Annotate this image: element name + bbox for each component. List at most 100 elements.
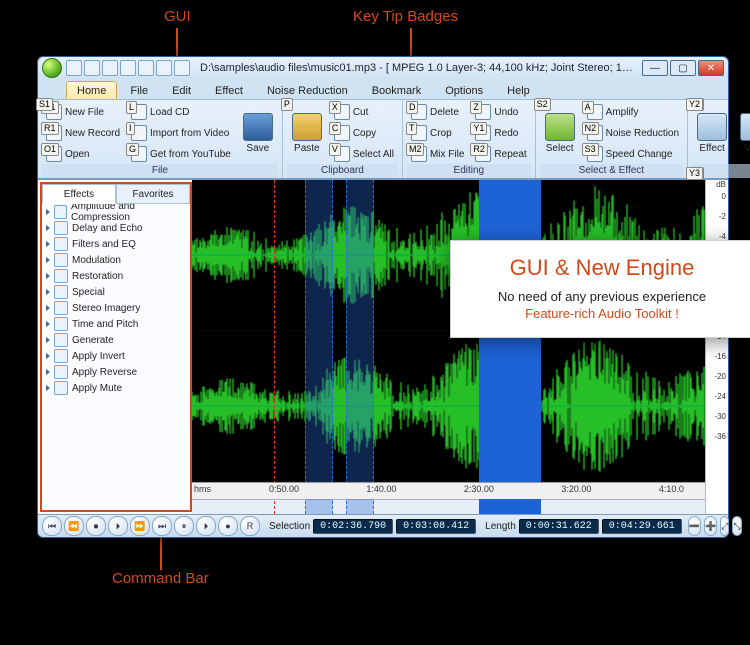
zoom-in-button[interactable]: ➕ [704,516,717,536]
noise-reduction-button[interactable]: N2Noise Reduction [583,123,683,143]
transport-button[interactable]: ⏵ [196,516,216,536]
close-button[interactable]: ✕ [698,60,724,76]
db-tick: -2 [719,212,726,221]
db-tick: 0 [722,192,726,201]
sidebar-tab-effects[interactable]: Effects [42,184,116,204]
cut-button[interactable]: XCut [330,102,398,122]
mix-file-button[interactable]: M2Mix File [407,144,468,164]
db-tick: -16 [714,352,726,361]
maximize-button[interactable]: ▢ [670,60,696,76]
effect-label: Apply Reverse [72,367,137,378]
effect-label: Restoration [72,271,123,282]
undo-button[interactable]: ZUndo [471,102,530,122]
paste-button[interactable]: P Paste [287,102,327,164]
effect-label: Apply Mute [72,383,122,394]
ribbon-tab-options[interactable]: Options [434,81,494,99]
transport-button[interactable]: ● [218,516,238,536]
effect-item[interactable]: Apply Invert [42,348,190,364]
qat-btn[interactable] [120,60,136,76]
effect-item[interactable]: Modulation [42,252,190,268]
transport-button[interactable]: ⏹ [86,516,106,536]
delete-button[interactable]: DDelete [407,102,468,122]
ribbon-tab-edit[interactable]: Edit [161,81,202,99]
qat-btn[interactable] [174,60,190,76]
time-tick: 3:20.00 [561,484,591,494]
keytip: O1 [41,143,59,156]
ribbon-tab-help[interactable]: Help [496,81,541,99]
effect-item[interactable]: Stereo Imagery [42,300,190,316]
effect-item[interactable]: Special [42,284,190,300]
effect-icon [54,285,68,299]
horizontal-scrollbar[interactable] [192,499,705,514]
effects-list[interactable]: Amplitude and CompressionDelay and EchoF… [42,204,190,510]
zoom-sel-button[interactable]: ⤡ [732,516,741,536]
qat-btn[interactable] [102,60,118,76]
get-from-youtube-button[interactable]: GGet from YouTube [127,144,235,164]
effect-button[interactable]: O2EffectN3 [692,102,732,164]
keytip: Y3 [686,167,703,180]
effect-item[interactable]: Amplitude and Compression [42,204,190,220]
ribbon-group-clipboard: P Paste XCutCCopyVSelect All Clipboard [283,100,403,178]
effect-label: Stereo Imagery [72,303,140,314]
effect-item[interactable]: Apply Reverse [42,364,190,380]
qat-btn[interactable] [66,60,82,76]
minimize-button[interactable]: — [642,60,668,76]
transport-button[interactable]: ⏪ [64,516,84,536]
keytip: G [126,143,139,156]
crop-button[interactable]: TCrop [407,123,468,143]
transport-button[interactable]: ⏮ [42,516,62,536]
selection-region[interactable] [305,180,333,514]
redo-button[interactable]: Y1Redo [471,123,530,143]
repeat-button[interactable]: R2Repeat [471,144,530,164]
qat-btn[interactable] [84,60,100,76]
save-button[interactable]: S1 Save [238,102,278,164]
zoom-fit-button[interactable]: ⤢ [720,516,729,536]
qat-btn[interactable] [156,60,172,76]
open-button[interactable]: O1Open [42,144,124,164]
ribbon-tab-file[interactable]: File [119,81,159,99]
transport-button[interactable]: R [240,516,260,536]
keytip: P [281,98,293,111]
amplify-button[interactable]: AAmplify [583,102,683,122]
effect-label: Modulation [72,255,121,266]
select-button[interactable]: S2 Select [540,102,580,164]
app-orb-icon[interactable] [42,58,62,78]
effect-icon [54,237,68,251]
keytip: A [582,101,594,114]
transport-button[interactable]: ⏵ [108,516,128,536]
effect-item[interactable]: Restoration [42,268,190,284]
time-axis: hms0:50.001:40.002:30.003:20.004:10.0 [192,482,705,499]
speed-change-button[interactable]: S3Speed Change [583,144,683,164]
effect-item[interactable]: Generate [42,332,190,348]
waveform-area[interactable]: hms0:50.001:40.002:30.003:20.004:10.0 [192,180,705,514]
import-from-video-button[interactable]: IImport from Video [127,123,235,143]
playhead-cursor[interactable] [274,180,275,514]
keytip: V [329,143,341,156]
load-cd-button[interactable]: LLoad CD [127,102,235,122]
ribbon-tab-effect[interactable]: Effect [204,81,254,99]
button-label: New Record [65,128,120,139]
effect-item[interactable]: Time and Pitch [42,316,190,332]
select-all-button[interactable]: VSelect All [330,144,398,164]
view-button[interactable]: Y2ViewY3 [735,102,750,164]
sidebar-tab-favorites[interactable]: Favorites [116,184,190,204]
transport-button[interactable]: ⏸ [174,516,194,536]
ribbon-tab-noise-reduction[interactable]: Noise Reduction [256,81,359,99]
selection-region-solid[interactable] [479,180,541,514]
copy-button[interactable]: CCopy [330,123,398,143]
transport-button[interactable]: ⏭ [152,516,172,536]
transport-button[interactable]: ⏩ [130,516,150,536]
ribbon-tab-bookmark[interactable]: Bookmark [361,81,433,99]
time-tick: 2:30.00 [464,484,494,494]
qat-btn[interactable] [138,60,154,76]
effect-item[interactable]: Apply Mute [42,380,190,396]
overlay-title: GUI & New Engine [467,255,737,281]
effect-item[interactable]: Filters and EQ [42,236,190,252]
selection-region[interactable] [346,180,374,514]
waveform-track-right[interactable] [192,331,705,482]
length-label: Length [485,521,516,532]
new-file-button[interactable]: N1New File [42,102,124,122]
ribbon-tab-home[interactable]: Home [66,81,117,99]
zoom-out-button[interactable]: ➖ [688,516,701,536]
new-record-button[interactable]: R1New Record [42,123,124,143]
